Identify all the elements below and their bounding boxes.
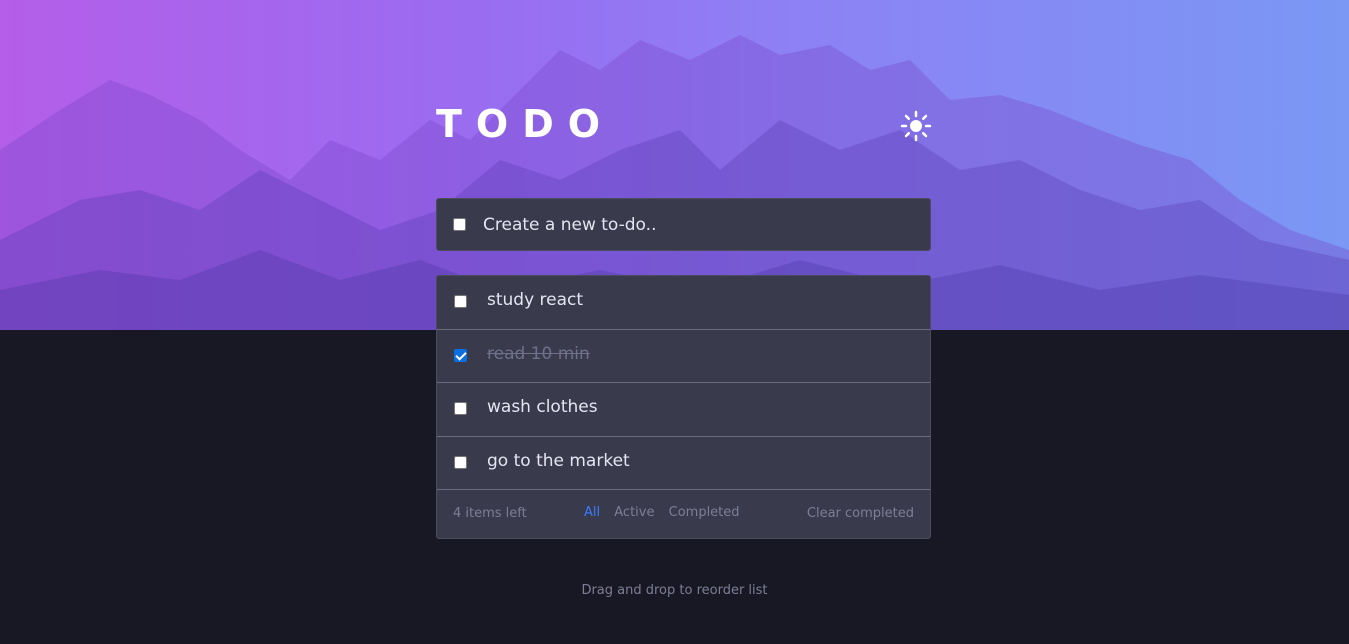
filter-group: All Active Completed (584, 505, 750, 520)
new-todo-container (436, 198, 931, 251)
filter-all[interactable]: All (584, 505, 600, 520)
new-todo-input[interactable] (483, 213, 913, 237)
todo-checkbox[interactable] (454, 455, 467, 469)
todo-text: wash clothes (487, 397, 598, 417)
todo-item[interactable]: read 10 min (437, 330, 930, 383)
todo-item[interactable]: study react (437, 276, 930, 330)
drag-drop-hint: Drag and drop to reorder list (581, 583, 768, 598)
sun-icon (900, 110, 932, 142)
todo-text: read 10 min (487, 343, 590, 364)
todo-checkbox[interactable] (454, 402, 467, 415)
todo-list: study react read 10 min wash clothes go … (436, 275, 931, 539)
todo-checkbox[interactable] (454, 348, 467, 362)
app-title: TODO (436, 102, 615, 146)
items-left-count: 4 items left (453, 506, 527, 521)
todo-checkbox[interactable] (454, 295, 467, 308)
clear-completed-button[interactable]: Clear completed (807, 506, 914, 521)
todo-item[interactable]: go to the market (437, 437, 930, 490)
filter-completed[interactable]: Completed (669, 505, 740, 520)
filter-active[interactable]: Active (614, 505, 654, 520)
todo-item[interactable]: wash clothes (437, 383, 930, 437)
todo-text: study react (487, 290, 584, 310)
todo-text: go to the market (487, 450, 630, 471)
list-footer: 4 items left All Active Completed Clear … (437, 490, 930, 538)
new-todo-checkbox[interactable] (453, 218, 466, 231)
theme-toggle-button[interactable] (900, 110, 932, 142)
